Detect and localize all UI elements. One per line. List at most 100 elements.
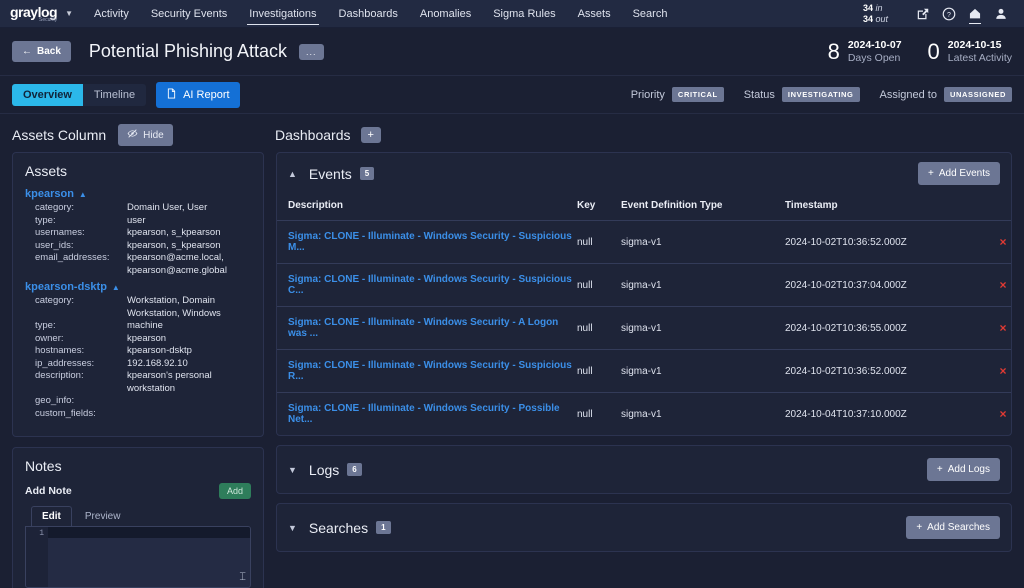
asset-field: category: Workstation, Domain Workstatio…	[25, 295, 251, 320]
chevron-down-icon[interactable]: ▼	[65, 9, 73, 18]
table-row[interactable]: Sigma: CLONE - Illuminate - Windows Secu…	[277, 307, 1011, 350]
field-value: kpearson-dsktp	[127, 345, 192, 358]
latest-activity-value: 0	[928, 39, 940, 65]
searches-section: ▼ Searches 1 + Add Searches	[276, 503, 1012, 552]
note-text-area[interactable]: ⌶	[48, 527, 250, 587]
more-options-button[interactable]: ...	[299, 44, 324, 60]
help-icon[interactable]: ?	[936, 3, 962, 25]
days-open-value: 8	[828, 39, 840, 65]
remove-event-icon[interactable]: ×	[999, 364, 1006, 378]
table-row[interactable]: Sigma: CLONE - Illuminate - Windows Secu…	[277, 264, 1011, 307]
graylog-logo[interactable]: graylog Security	[10, 5, 57, 23]
asset-field: hostnames: kpearson-dsktp	[25, 345, 251, 358]
add-note-button[interactable]: Add	[219, 483, 251, 499]
edit-icon[interactable]	[910, 3, 936, 25]
status-badge[interactable]: INVESTIGATING	[782, 87, 860, 102]
resize-handle-icon[interactable]: ⌶	[239, 571, 246, 584]
event-description-link[interactable]: Sigma: CLONE - Illuminate - Windows Secu…	[288, 403, 560, 425]
event-definition-type: sigma-v1	[621, 393, 785, 436]
header-remove	[995, 194, 1011, 221]
field-key: hostnames:	[35, 345, 127, 358]
event-timestamp: 2024-10-02T10:36:52.000Z	[785, 350, 995, 393]
dashboards-title: Dashboards	[275, 127, 351, 143]
hide-assets-button[interactable]: Hide	[118, 124, 173, 146]
field-value: kpearson@acme.local, kpearson@acme.globa…	[127, 252, 251, 277]
user-icon[interactable]	[988, 3, 1014, 25]
add-dashboard-button[interactable]: +	[361, 127, 381, 143]
remove-event-icon[interactable]: ×	[999, 321, 1006, 335]
field-key: type:	[35, 215, 127, 228]
stat-days-open: 8 2024-10-07 Days Open	[828, 39, 902, 65]
event-description-link[interactable]: Sigma: CLONE - Illuminate - Windows Secu…	[288, 360, 572, 382]
nav-item-dashboards[interactable]: Dashboards	[328, 2, 409, 26]
tab-overview[interactable]: Overview	[12, 84, 83, 106]
home-icon[interactable]	[962, 3, 988, 25]
field-key: geo_info:	[35, 395, 127, 408]
asset-field: owner: kpearson	[25, 333, 251, 346]
remove-event-icon[interactable]: ×	[999, 407, 1006, 421]
event-key: null	[577, 350, 621, 393]
asset-field: description: kpearson's personal worksta…	[25, 370, 251, 395]
tab-timeline[interactable]: Timeline	[83, 84, 146, 106]
logo-subtext: Security	[39, 18, 57, 23]
page-title: Potential Phishing Attack	[89, 41, 287, 62]
nav-item-security-events[interactable]: Security Events	[140, 2, 238, 26]
logs-section: ▼ Logs 6 + Add Logs	[276, 445, 1012, 494]
table-row[interactable]: Sigma: CLONE - Illuminate - Windows Secu…	[277, 350, 1011, 393]
back-button[interactable]: ← Back	[12, 41, 71, 62]
tab-preview[interactable]: Preview	[74, 506, 132, 526]
event-description-link[interactable]: Sigma: CLONE - Illuminate - Windows Secu…	[288, 317, 558, 339]
add-searches-button[interactable]: + Add Searches	[906, 516, 1000, 539]
assigned-to-badge[interactable]: UNASSIGNED	[944, 87, 1012, 102]
nav-item-assets[interactable]: Assets	[567, 2, 622, 26]
asset-name-label: kpearson	[25, 188, 74, 200]
note-editor[interactable]: 1 ⌶	[25, 526, 251, 588]
field-value: 192.168.92.10	[127, 358, 188, 371]
field-value: Workstation, Domain Workstation, Windows	[127, 295, 251, 320]
status-group: Status INVESTIGATING	[744, 87, 860, 102]
nav-item-search[interactable]: Search	[622, 2, 679, 26]
add-logs-button[interactable]: + Add Logs	[927, 458, 1000, 481]
chevron-up-icon[interactable]: ▲	[288, 169, 297, 179]
asset-item-kpearson-dsktp: kpearson-dsktp ▲ category: Workstation, …	[25, 281, 251, 420]
remove-event-icon[interactable]: ×	[999, 235, 1006, 249]
field-key: type:	[35, 320, 127, 333]
view-tab-group: Overview Timeline	[12, 84, 146, 106]
event-key: null	[577, 393, 621, 436]
asset-name-label: kpearson-dsktp	[25, 281, 107, 293]
event-description-link[interactable]: Sigma: CLONE - Illuminate - Windows Secu…	[288, 231, 572, 253]
main-content: Assets kpearson ▲ category: Domain User,…	[0, 152, 1024, 588]
header-key: Key	[577, 194, 621, 221]
field-key: category:	[35, 295, 127, 320]
field-value: machine	[127, 320, 163, 333]
table-row[interactable]: Sigma: CLONE - Illuminate - Windows Secu…	[277, 221, 1011, 264]
notes-panel: Notes Add Note Add Edit Preview 1 ⌶ Ther…	[12, 447, 264, 588]
assigned-to-label: Assigned to	[880, 89, 937, 101]
assigned-group: Assigned to UNASSIGNED	[880, 87, 1013, 102]
searches-title: Searches	[309, 520, 368, 536]
ai-report-button[interactable]: AI Report	[156, 82, 239, 108]
event-timestamp: 2024-10-04T10:37:10.000Z	[785, 393, 995, 436]
table-row[interactable]: Sigma: CLONE - Illuminate - Windows Secu…	[277, 393, 1011, 436]
add-events-button[interactable]: + Add Events	[918, 162, 1000, 185]
field-key: owner:	[35, 333, 127, 346]
asset-field: geo_info:	[25, 395, 251, 408]
remove-event-icon[interactable]: ×	[999, 278, 1006, 292]
priority-badge[interactable]: CRITICAL	[672, 87, 724, 102]
chevron-down-icon[interactable]: ▼	[288, 523, 297, 533]
event-definition-type: sigma-v1	[621, 264, 785, 307]
asset-name-toggle[interactable]: kpearson-dsktp ▲	[25, 281, 251, 293]
nav-item-anomalies[interactable]: Anomalies	[409, 2, 482, 26]
note-editor-tabs: Edit Preview	[25, 506, 251, 526]
nav-item-investigations[interactable]: Investigations	[238, 2, 327, 26]
assets-column-title: Assets Column	[12, 127, 106, 143]
ai-report-label: AI Report	[183, 89, 229, 101]
assets-panel-title: Assets	[25, 163, 251, 179]
chevron-down-icon[interactable]: ▼	[288, 465, 297, 475]
nav-item-activity[interactable]: Activity	[83, 2, 140, 26]
nav-item-sigma-rules[interactable]: Sigma Rules	[482, 2, 566, 26]
asset-name-toggle[interactable]: kpearson ▲	[25, 188, 251, 200]
field-key: usernames:	[35, 227, 127, 240]
event-description-link[interactable]: Sigma: CLONE - Illuminate - Windows Secu…	[288, 274, 572, 296]
tab-edit[interactable]: Edit	[31, 506, 72, 526]
